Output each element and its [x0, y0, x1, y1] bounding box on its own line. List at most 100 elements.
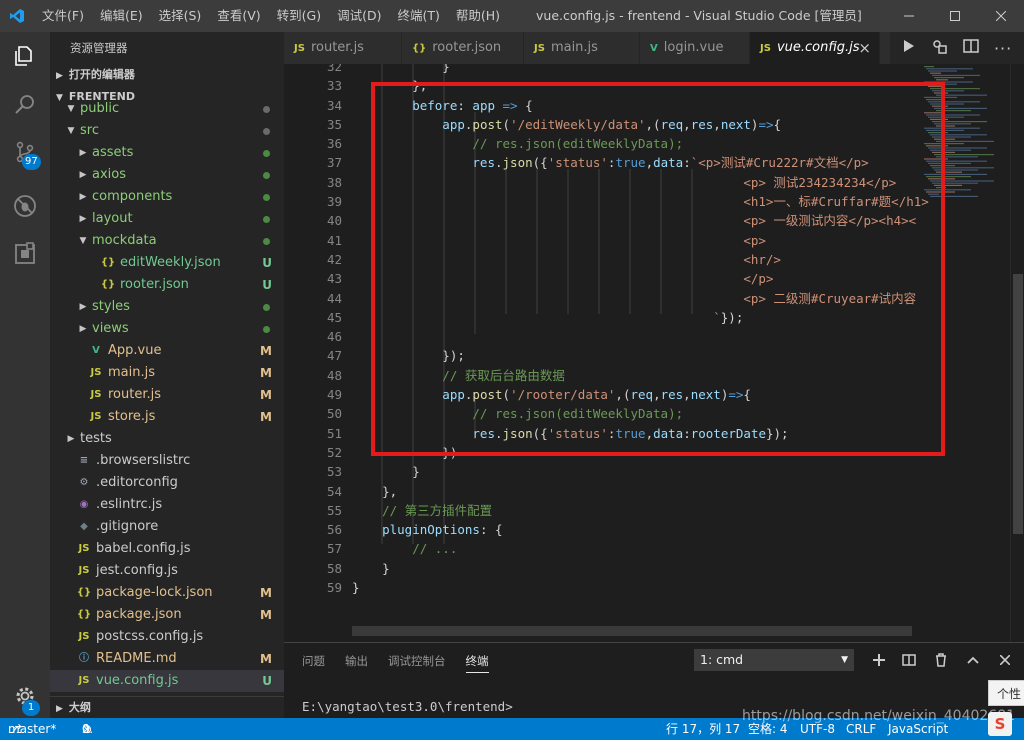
menu-item[interactable]: 编辑(E) [92, 0, 151, 32]
tree-item[interactable]: ◉ .eslintrc.js [50, 494, 284, 516]
code-line[interactable]: } [352, 578, 932, 597]
extensions-icon[interactable] [0, 230, 50, 278]
trash-icon[interactable] [930, 649, 952, 671]
terminal-prompt[interactable]: E:\yangtao\test3.0\frentend> [302, 699, 513, 714]
sogou-ime-icon[interactable]: S [988, 712, 1012, 736]
terminal-select[interactable]: 1: cmd ▼ [694, 649, 854, 671]
tree-item[interactable]: {} editWeekly.json U [50, 252, 284, 274]
editor-tab[interactable]: JS vue.config.js × [750, 32, 880, 64]
tree-item[interactable]: JS router.js M [50, 384, 284, 406]
menu-item[interactable]: 转到(G) [269, 0, 329, 32]
code-line[interactable]: pluginOptions: { [352, 520, 932, 539]
scrollbar-thumb[interactable] [1013, 274, 1023, 534]
code-line[interactable]: // res.json(editWeeklyData); [352, 404, 932, 423]
code-line[interactable]: res.json({'status':true,data:rooterDate}… [352, 424, 932, 443]
editor-tab[interactable]: JS router.js [284, 32, 402, 64]
maximize-panel-icon[interactable] [962, 649, 984, 671]
tree-item[interactable]: ≡ .browserslistrc [50, 450, 284, 472]
tree-item[interactable]: JS main.js M [50, 362, 284, 384]
minimap[interactable] [924, 64, 1010, 642]
tree-item[interactable]: {} package.json M [50, 604, 284, 626]
tree-item[interactable]: {} package-lock.json M [50, 582, 284, 604]
tree-item[interactable]: ▶ assets [50, 142, 284, 164]
tree-item[interactable]: ▶ styles [50, 296, 284, 318]
horizontal-scrollbar[interactable] [352, 626, 912, 636]
code-line[interactable]: before: app => { [352, 96, 932, 115]
tree-item[interactable]: ▼ src [50, 120, 284, 142]
code-line[interactable]: } [352, 64, 932, 76]
editor-tab[interactable]: Vlogin.vue [640, 32, 750, 64]
search-icon[interactable] [0, 80, 50, 128]
open-editors-section[interactable]: ▶ 打开的编辑器 [50, 64, 284, 86]
more-actions-icon[interactable]: ··· [994, 39, 1012, 58]
code-line[interactable]: `}); [352, 308, 932, 327]
close-window-button[interactable] [978, 0, 1024, 32]
tree-item[interactable]: ◆ .gitignore [50, 516, 284, 538]
tree-item[interactable]: ▶ layout [50, 208, 284, 230]
tree-item[interactable]: JS babel.config.js [50, 538, 284, 560]
tree-item[interactable]: ⓘ README.md M [50, 648, 284, 670]
tree-item[interactable]: ▶ axios [50, 164, 284, 186]
panel-tab[interactable]: 调试控制台 [388, 653, 446, 673]
code-line[interactable]: <hr/> [352, 250, 932, 269]
code-line[interactable]: }); [352, 346, 932, 365]
code-line[interactable]: // 第三方插件配置 [352, 501, 932, 520]
tree-item[interactable]: ▼ public [50, 98, 284, 120]
vertical-scrollbar[interactable] [1010, 64, 1024, 642]
editor-tab[interactable]: JS main.js [524, 32, 640, 64]
code-line[interactable]: // ... [352, 539, 932, 558]
minimize-button[interactable] [886, 0, 932, 32]
code-line[interactable] [352, 327, 932, 346]
close-tab-icon[interactable]: × [858, 32, 871, 64]
tree-item[interactable]: JS postcss.config.js [50, 626, 284, 648]
code-line[interactable]: </p> [352, 269, 932, 288]
menu-item[interactable]: 选择(S) [151, 0, 210, 32]
open-changes-icon[interactable] [931, 38, 947, 58]
code-line[interactable]: res.json({'status':true,data:`<p>测试#Cru2… [352, 153, 932, 172]
tree-item[interactable]: ▶ components [50, 186, 284, 208]
tree-item[interactable]: {} rooter.json U [50, 274, 284, 296]
tree-item[interactable]: V App.vue M [50, 340, 284, 362]
tree-item[interactable]: ▶ tests [50, 428, 284, 450]
code-line[interactable]: } [352, 559, 932, 578]
code-line[interactable]: app.post('/rooter/data',(req,res,next)=>… [352, 385, 932, 404]
close-panel-icon[interactable] [994, 649, 1016, 671]
code-line[interactable]: // 获取后台路由数据 [352, 366, 932, 385]
new-terminal-icon[interactable] [868, 649, 890, 671]
menu-item[interactable]: 终端(T) [389, 0, 447, 32]
code-line[interactable]: }) [352, 443, 932, 462]
menu-item[interactable]: 文件(F) [34, 0, 92, 32]
outline-section[interactable]: ▶ 大纲 [50, 696, 284, 718]
menu-item[interactable]: 帮助(H) [448, 0, 508, 32]
code-line[interactable]: } [352, 462, 932, 481]
menu-item[interactable]: 调试(D) [329, 0, 389, 32]
split-terminal-icon[interactable] [898, 649, 920, 671]
tree-item[interactable]: JS vue.config.js U [50, 670, 284, 692]
code-line[interactable]: <h1>一、标#Cruffar#题</h1> [352, 192, 932, 211]
tree-item[interactable]: ▼ mockdata [50, 230, 284, 252]
code-editor[interactable]: 32 33 34 35 36 37 38 39 40 41 42 43 44 45 46 47 48 49 50 51… [284, 64, 1024, 642]
panel-tab[interactable]: 问题 [302, 653, 325, 673]
editor-tab[interactable]: {} rooter.json [402, 32, 524, 64]
code-line[interactable]: }, [352, 76, 932, 95]
maximize-button[interactable] [932, 0, 978, 32]
panel-tab[interactable]: 输出 [345, 653, 368, 673]
code-line[interactable]: // res.json(editWeeklyData); [352, 134, 932, 153]
menu-item[interactable]: 查看(V) [209, 0, 268, 32]
run-icon[interactable] [902, 39, 916, 57]
cursor-position[interactable]: 行 17，列 17 [666, 718, 740, 740]
tree-item[interactable]: JS jest.config.js [50, 560, 284, 582]
debug-icon[interactable] [0, 182, 50, 230]
settings-gear-icon[interactable]: 1 [0, 672, 50, 720]
tree-item[interactable]: JS store.js M [50, 406, 284, 428]
panel-tab[interactable]: 终端 [465, 653, 489, 673]
code-area[interactable]: } }, before: app => { app.post('/editWee… [352, 64, 932, 597]
tree-item[interactable]: ⚙ .editorconfig [50, 472, 284, 494]
code-line[interactable]: <p> 二级测#Cruyear#试内容 [352, 289, 932, 308]
tree-item[interactable]: ▶ views [50, 318, 284, 340]
code-line[interactable]: <p> 测试234234234</p> [352, 173, 932, 192]
code-line[interactable]: app.post('/editWeekly/data',(req,res,nex… [352, 115, 932, 134]
split-editor-icon[interactable] [962, 38, 979, 58]
code-line[interactable]: <p> 一级测试内容</p><h4>< [352, 211, 932, 230]
code-line[interactable]: <p> [352, 231, 932, 250]
